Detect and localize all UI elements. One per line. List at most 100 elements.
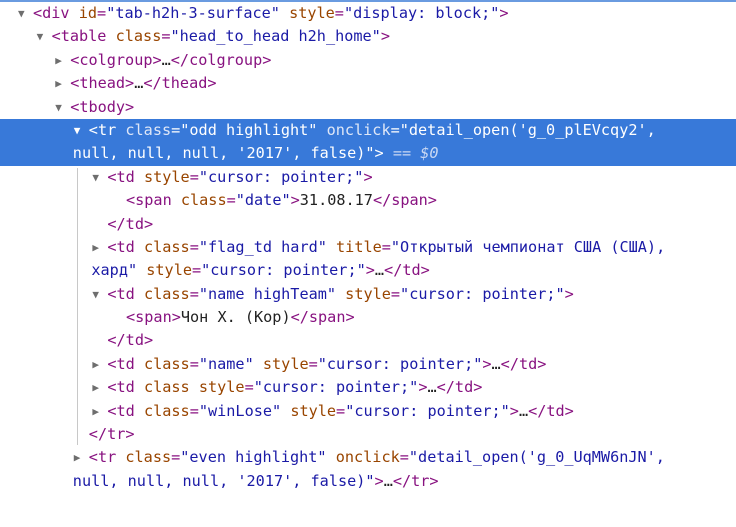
tag-token: = [226,191,236,210]
attribute-value[interactable]: "cursor: pointer;" [318,355,483,373]
dom-node[interactable]: ▶ <td class="winLose" style="cursor: poin… [0,400,736,423]
attribute-name[interactable]: class [125,121,171,139]
tag-token: </colgroup> [170,50,272,69]
dom-node[interactable]: </td> [0,329,736,352]
dom-node[interactable]: ▼ <td class="name highTeam" style="cursor… [0,283,736,306]
attribute-name[interactable]: style [345,285,391,303]
dom-node[interactable]: ▶ <td class style="cursor: pointer;">…</t… [0,376,736,399]
attribute-name[interactable]: style [289,4,335,22]
tag-token: </tr> [88,425,135,444]
attribute-value[interactable]: null, null, null, '2017', false)" [73,472,375,490]
attribute-value[interactable]: "flag_td hard" [199,238,327,256]
attribute-value[interactable]: "cursor: pointer;" [400,285,565,303]
tag-token: <td [107,401,135,420]
attribute-value[interactable]: "odd highlight" [180,121,317,139]
dom-node-selected[interactable]: ▼ <tr class="odd highlight" onclick="deta… [0,118,736,166]
dom-node[interactable]: ▶ <td class="name" style="cursor: pointer… [0,353,736,376]
attribute-name[interactable]: title [336,238,382,256]
indent-guide [77,168,78,445]
tag-token: > [564,284,574,303]
tag-token: = [189,401,199,420]
attribute-value[interactable]: "cursor: pointer;" [199,168,364,186]
text-node[interactable]: … [162,51,171,69]
tag-token: > [290,191,300,210]
tag-token: = [161,27,171,46]
attribute-value[interactable]: "tab-h2h-3-surface" [106,4,280,22]
tag-token: = [381,237,391,256]
attribute-name[interactable]: style [146,261,192,279]
attribute-value[interactable]: "winLose" [199,402,281,420]
attribute-name[interactable]: class [144,402,190,420]
text-node[interactable]: … [384,472,393,490]
dom-node[interactable]: ▶ <tr class="even highlight" onclick="det… [0,446,736,493]
dom-node[interactable]: <span class="date">31.08.17</span> [0,189,736,212]
attribute-name[interactable]: onclick [336,448,400,466]
attribute-value[interactable]: "even highlight" [180,448,326,466]
tag-token: > [365,261,375,280]
text-node[interactable]: … [134,74,143,92]
dom-node[interactable]: ▼ <tbody> [0,96,736,119]
attribute-name[interactable]: class [144,378,190,396]
attribute-value[interactable]: "name highTeam" [199,285,336,303]
attribute-name[interactable]: class [116,27,162,45]
attribute-name[interactable]: class [125,448,171,466]
dom-node[interactable]: ▶ <thead>…</thead> [0,72,736,95]
dom-node[interactable]: ▼ <div id="tab-h2h-3-surface" style="disp… [0,2,736,25]
attribute-name[interactable]: style [263,355,309,373]
attribute-name[interactable]: id [79,4,97,22]
tag-token: > [374,471,384,490]
attribute-name[interactable]: style [144,168,190,186]
tag-token: <colgroup> [70,50,162,69]
text-node[interactable]: … [519,402,528,420]
dom-node[interactable]: </td> [0,213,736,236]
attribute-name[interactable]: onclick [327,121,391,139]
attribute-value[interactable]: "detail_open('g_0_UqMW6nJN', [409,448,665,466]
attribute-name[interactable]: style [199,378,245,396]
attribute-value[interactable]: хард" [91,261,137,279]
attribute-name[interactable]: style [290,402,336,420]
attribute-value[interactable]: "display: block;" [344,4,499,22]
tag-token: = [189,284,199,303]
attribute-value[interactable]: "cursor: pointer;" [201,261,366,279]
dom-node[interactable]: <span>Чон Х. (Кор)</span> [0,306,736,329]
tag-token: <div [33,4,70,22]
attribute-value[interactable]: "head_to_head h2h_home" [171,27,381,45]
dom-node[interactable]: ▶ <colgroup>…</colgroup> [0,49,736,72]
text-node[interactable]: 31.08.17 [300,191,373,209]
dom-tree[interactable]: ▼ <div id="tab-h2h-3-surface" style="disp… [0,2,736,493]
attribute-name[interactable]: class [144,355,190,373]
attribute-name[interactable]: class [144,238,190,256]
tag-token: <table [51,27,107,46]
text-node[interactable]: … [375,261,384,279]
text-node[interactable]: … [492,355,501,373]
text-node[interactable]: Чон Х. (Кор) [181,308,291,326]
dom-node[interactable]: ▼ <td style="cursor: pointer;"> [0,166,736,189]
attribute-value[interactable]: "date" [236,191,291,209]
tag-token: <td [107,284,135,303]
attribute-name[interactable]: class [181,191,227,209]
attribute-value[interactable]: "cursor: pointer;" [254,378,419,396]
tag-token: = [171,448,181,467]
attribute-value[interactable]: null, null, null, '2017', false)" [73,144,375,162]
selected-node-marker: == $0 [392,144,439,163]
text-node[interactable]: … [427,378,436,396]
dom-node[interactable]: </tr> [0,423,736,446]
dom-node[interactable]: ▼ <table class="head_to_head h2h_home"> [0,25,736,48]
tag-token: </td> [384,261,430,280]
attribute-name[interactable]: class [144,285,190,303]
attribute-value[interactable]: "cursor: pointer;" [345,402,510,420]
tag-token: = [399,448,409,467]
tag-token: <tbody> [70,97,135,116]
attribute-value[interactable]: "Открытый чемпионат США (США), [391,238,665,256]
tag-token: </tr> [392,471,439,490]
tag-token: = [308,354,318,373]
attribute-value[interactable]: "name" [199,355,254,373]
tag-token: <td [107,237,135,256]
dom-node[interactable]: ▶ <td class="flag_td hard" title="Открыты… [0,236,736,283]
attribute-value[interactable]: "detail_open('g_0_plEVcqy2', [400,121,656,139]
